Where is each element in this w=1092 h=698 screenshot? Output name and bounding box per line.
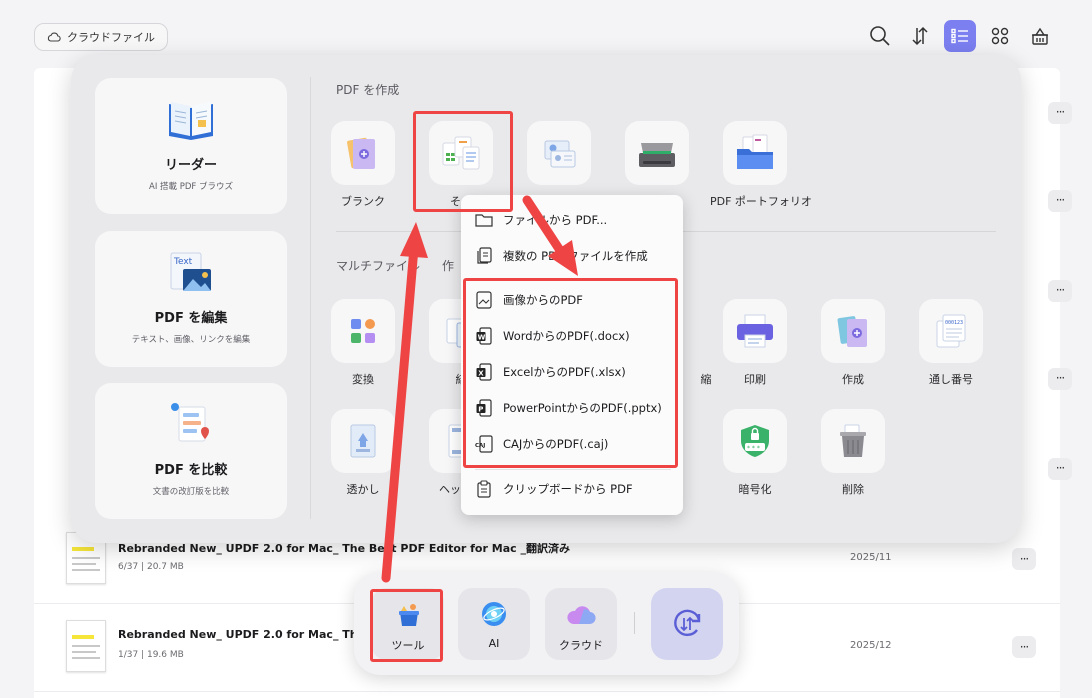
- dock-separator: [634, 612, 635, 634]
- create-multi-icon: [837, 316, 867, 347]
- tool-label: 作成: [842, 373, 864, 386]
- multi-doc-icon: [475, 246, 493, 266]
- highlight-tools-button: [370, 589, 443, 662]
- shield-icon: * * *: [741, 425, 769, 457]
- svg-text:Text: Text: [173, 257, 193, 267]
- grid-view-icon[interactable]: [984, 20, 1016, 52]
- tool-label: 削除: [842, 483, 864, 496]
- tool-label: ブランク: [341, 195, 385, 208]
- compare-pdf-subtitle: 文書の改訂版を比較: [152, 487, 230, 497]
- more-button[interactable]: ···: [1048, 368, 1072, 390]
- svg-text:* * *: * * *: [747, 445, 760, 452]
- menu-item-label: 複数の PDF ファイルを作成: [503, 249, 648, 263]
- tool-print[interactable]: 印刷: [710, 299, 800, 387]
- more-button[interactable]: ···: [1048, 280, 1072, 302]
- tool-scan-id[interactable]: [514, 121, 604, 193]
- edit-pdf-subtitle: テキスト、画像、リンクを編集: [131, 335, 251, 345]
- tool-bates-numbering[interactable]: 000123 通し番号: [906, 299, 996, 387]
- tool-label: 暗号化: [738, 483, 772, 496]
- menu-item-from-clipboard[interactable]: クリップボードから PDF: [461, 472, 683, 506]
- toolbar: [864, 20, 1056, 52]
- more-button[interactable]: ···: [1012, 548, 1036, 570]
- reader-subtitle: AI 搭載 PDF ブラウズ: [149, 182, 233, 192]
- scanner-icon: [639, 143, 675, 167]
- cloud-icon: [567, 606, 596, 625]
- file-meta: 1/37 | 19.6 MB: [118, 650, 184, 660]
- tool-pdf-portfolio[interactable]: PDF ポートフォリオ: [710, 121, 812, 209]
- blank-pdf-icon: [347, 137, 375, 169]
- file-thumbnail: [66, 620, 106, 672]
- id-card-icon: [544, 140, 576, 168]
- tool-encrypt[interactable]: * * * 暗号化: [710, 409, 800, 497]
- tool-create[interactable]: 作成: [808, 299, 898, 387]
- edit-pdf-card[interactable]: Text PDF を編集 テキスト、画像、リンクを編集: [95, 231, 287, 367]
- panel-divider: [310, 77, 311, 519]
- tool-blank[interactable]: ブランク: [318, 121, 408, 209]
- tool-scanner[interactable]: [612, 121, 702, 193]
- watermark-icon: [350, 424, 376, 458]
- menu-item-multiple-pdf[interactable]: 複数の PDF ファイルを作成: [461, 239, 683, 273]
- dock-ai-label: AI: [488, 637, 500, 650]
- more-button[interactable]: ···: [1012, 636, 1036, 658]
- tool-label: PDF ポートフォリオ: [710, 195, 812, 208]
- compare-icon: [171, 403, 209, 442]
- edit-text-icon: Text: [170, 252, 211, 291]
- numbering-icon: 000123: [936, 314, 966, 348]
- trash-icon: [840, 424, 866, 457]
- dock-ai-button[interactable]: AI: [458, 588, 530, 660]
- create-pdf-section-title: PDF を作成: [336, 83, 400, 97]
- dock-cloud-label: クラウド: [559, 639, 603, 652]
- multi-file-title-text: マルチファイル: [336, 259, 421, 273]
- dock-sync-button[interactable]: [651, 588, 723, 660]
- tool-label: 変換: [352, 373, 374, 386]
- convert-icon: [351, 319, 375, 343]
- cloud-files-button[interactable]: クラウドファイル: [34, 23, 168, 51]
- cloud-icon: [47, 32, 61, 42]
- cloud-files-label: クラウドファイル: [67, 31, 155, 44]
- tool-delete[interactable]: 削除: [808, 409, 898, 497]
- tool-label: 通し番号: [929, 373, 973, 386]
- file-date: 2025/11: [850, 552, 892, 563]
- multi-file-section-title: マルチファイル作（バ: [336, 257, 478, 274]
- reader-title: リーダー: [164, 158, 217, 173]
- sync-icon: [674, 609, 701, 637]
- file-date: 2025/12: [850, 640, 892, 651]
- menu-item-label: ファイルから PDF...: [503, 213, 608, 227]
- edit-pdf-title: PDF を編集: [154, 311, 228, 326]
- file-meta: 6/37 | 20.7 MB: [118, 562, 184, 572]
- tool-label: 透かし: [346, 483, 380, 496]
- portfolio-icon: [737, 134, 773, 169]
- tool-watermark[interactable]: 透かし: [318, 409, 408, 497]
- basket-icon[interactable]: [1024, 20, 1056, 52]
- menu-item-label: クリップボードから PDF: [503, 482, 633, 496]
- tool-convert[interactable]: 変換: [318, 299, 408, 387]
- list-view-icon[interactable]: [944, 20, 976, 52]
- more-button[interactable]: ···: [1048, 458, 1072, 480]
- book-icon: [169, 102, 213, 140]
- clipboard-icon: [475, 479, 493, 499]
- more-button[interactable]: ···: [1048, 102, 1072, 124]
- reader-card[interactable]: リーダー AI 搭載 PDF ブラウズ: [95, 78, 287, 214]
- printer-icon: [737, 314, 773, 348]
- search-icon[interactable]: [864, 20, 896, 52]
- sort-icon[interactable]: [904, 20, 936, 52]
- folder-icon: [475, 210, 493, 230]
- menu-separator: [475, 469, 671, 470]
- tool-label: 印刷: [744, 373, 766, 386]
- more-button[interactable]: ···: [1048, 190, 1072, 212]
- highlight-conversion-options: [463, 278, 678, 468]
- dock-cloud-button[interactable]: クラウド: [545, 588, 617, 660]
- compare-pdf-title: PDF を比較: [154, 463, 228, 478]
- svg-text:000123: 000123: [945, 320, 963, 326]
- ai-orb-icon: [482, 602, 506, 626]
- compare-pdf-card[interactable]: PDF を比較 文書の改訂版を比較: [95, 383, 287, 519]
- highlight-other-tool: [413, 111, 513, 212]
